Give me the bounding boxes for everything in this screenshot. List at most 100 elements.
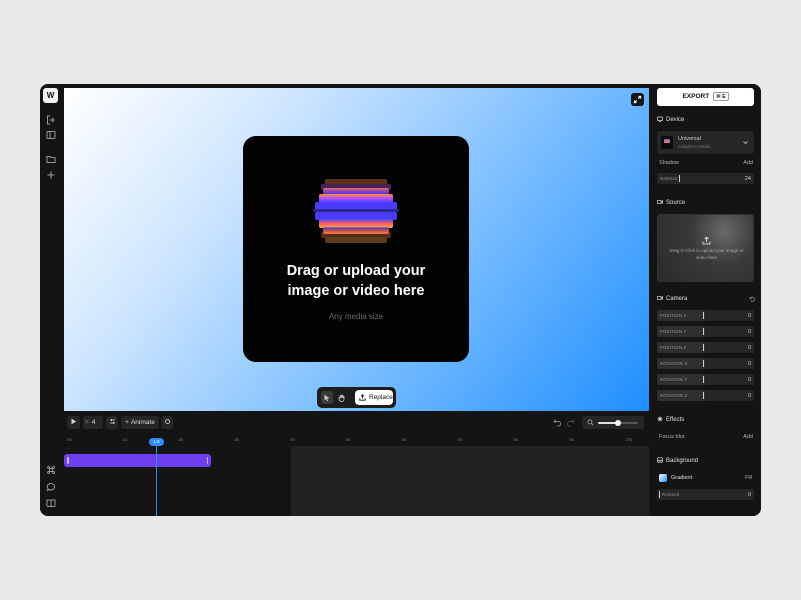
- folder-icon[interactable]: [46, 154, 56, 164]
- camera-field[interactable]: ROTATION Z 0: [657, 390, 754, 401]
- playhead[interactable]: [156, 446, 157, 516]
- book-icon[interactable]: [46, 498, 56, 508]
- sidebar-icon[interactable]: [46, 130, 56, 140]
- hand-tool-button[interactable]: [336, 391, 348, 404]
- device-icon: [657, 116, 663, 122]
- fullscreen-button[interactable]: [631, 93, 644, 106]
- device-name: Universal: [678, 136, 701, 142]
- camera-field-value[interactable]: 0: [748, 393, 751, 399]
- camera-field-handle[interactable]: [703, 392, 705, 399]
- gradient-swatch[interactable]: [659, 474, 667, 482]
- camera-field-value[interactable]: 0: [748, 345, 751, 351]
- background-radius-value[interactable]: 0: [748, 492, 751, 498]
- play-button[interactable]: [67, 416, 80, 429]
- frame-adjust-button[interactable]: [106, 416, 118, 429]
- background-gradient-row[interactable]: Gradient Fill: [657, 472, 754, 484]
- export-shortcut: ⌘ E: [713, 91, 729, 101]
- ruler-tick-label: 2s: [178, 437, 184, 442]
- source-hint: Drag in Click to upload your image or vi…: [669, 248, 744, 260]
- ruler-tick-label: 7s: [457, 437, 463, 442]
- chevron-down-icon: [742, 139, 749, 146]
- device-title: Device: [666, 117, 685, 124]
- camera-field-value[interactable]: 0: [748, 377, 751, 383]
- replace-label: Replace: [369, 394, 393, 401]
- gradient-label: Gradient: [671, 475, 693, 481]
- media-stack-illustration: [311, 176, 401, 246]
- shadow-add-button[interactable]: Add: [743, 160, 753, 166]
- export-button[interactable]: EXPORT ⌘ E: [657, 88, 754, 106]
- focus-blur-add-button[interactable]: Add: [743, 434, 753, 440]
- ruler-tick-label: 3s: [234, 437, 240, 442]
- media-clip[interactable]: [64, 454, 211, 467]
- device-selector[interactable]: Universal Adapts to media: [657, 131, 754, 154]
- hand-icon: [338, 394, 345, 402]
- camera-field-value[interactable]: 0: [748, 313, 751, 319]
- animate-label: Animate: [130, 419, 155, 426]
- background-title: Background: [666, 458, 699, 465]
- logout-icon[interactable]: [46, 115, 56, 125]
- device-thumbnail: [661, 136, 673, 149]
- playhead-time[interactable]: 1.6: [149, 438, 164, 446]
- keyframe-button[interactable]: [161, 416, 173, 429]
- undo-icon[interactable]: [553, 418, 562, 427]
- plus-icon[interactable]: [46, 170, 56, 180]
- camera-field-value[interactable]: 0: [748, 361, 751, 367]
- camera-field-label: ROTATION Y: [660, 377, 688, 382]
- ruler-tick-label: 1s: [122, 437, 128, 442]
- timeline-zoom[interactable]: [582, 416, 644, 429]
- zoom-handle[interactable]: [615, 420, 621, 426]
- effects-section-title: Effects: [657, 416, 684, 423]
- step-icon: ≡: [85, 419, 89, 426]
- gradient-fill-button[interactable]: Fill: [745, 475, 752, 481]
- camera-field[interactable]: ROTATION X 0: [657, 358, 754, 369]
- radius-slider-handle[interactable]: [679, 175, 681, 182]
- source-upload-zone[interactable]: Drag in Click to upload your image or vi…: [657, 214, 754, 282]
- properties-panel: EXPORT ⌘ E Device Universal Adapts to med…: [651, 84, 761, 516]
- focus-blur-label: Focus blur: [659, 434, 685, 440]
- keyframe-icon: [164, 419, 170, 425]
- bg-radius-slider-handle[interactable]: [659, 491, 661, 498]
- ruler-tick-label: 4s: [290, 437, 295, 442]
- dropzone-title: Drag or upload your image or video here: [243, 261, 469, 301]
- replace-button[interactable]: Replace: [355, 390, 393, 405]
- command-icon[interactable]: [46, 465, 56, 475]
- camera-field-value[interactable]: 0: [748, 329, 751, 335]
- camera-field-handle[interactable]: [703, 328, 705, 335]
- ruler-tick-label: 8s: [513, 437, 519, 442]
- play-icon: [71, 419, 76, 425]
- plus-icon: +: [125, 419, 129, 426]
- step-counter[interactable]: ≡ 4: [83, 416, 103, 429]
- reset-icon[interactable]: [749, 296, 755, 302]
- redo-icon[interactable]: [566, 418, 575, 427]
- device-subtitle: Adapts to media: [678, 144, 711, 149]
- device-radius-field[interactable]: RADIUS 24: [657, 173, 754, 184]
- background-radius-label: RADIUS: [662, 492, 680, 497]
- left-rail: W: [40, 84, 62, 516]
- ruler-tick-label: 0s: [67, 437, 72, 442]
- device-radius-value[interactable]: 24: [745, 176, 751, 182]
- app-window: W Drag or upload your image or video her…: [40, 84, 761, 516]
- camera-field-handle[interactable]: [703, 360, 705, 367]
- camera-field-handle[interactable]: [703, 376, 705, 383]
- chat-icon[interactable]: [46, 482, 56, 492]
- upload-dropzone[interactable]: Drag or upload your image or video here …: [243, 136, 469, 362]
- timeline-empty-area: [291, 446, 649, 516]
- camera-field[interactable]: POSITION X 0: [657, 310, 754, 321]
- camera-field[interactable]: POSITION Y 0: [657, 326, 754, 337]
- camera-field-label: POSITION Z: [660, 345, 687, 350]
- shadow-label: Shadow: [659, 160, 679, 166]
- video-icon: [657, 199, 663, 205]
- camera-field-handle[interactable]: [703, 344, 705, 351]
- step-value: 4: [91, 419, 96, 426]
- upload-icon: [359, 394, 366, 401]
- adjust-icon: [109, 419, 115, 425]
- preview-canvas[interactable]: Drag or upload your image or video here …: [64, 88, 649, 411]
- background-radius-field[interactable]: RADIUS 0: [657, 489, 754, 500]
- pointer-tool-button[interactable]: [321, 391, 333, 404]
- camera-field[interactable]: POSITION Z 0: [657, 342, 754, 353]
- camera-field[interactable]: ROTATION Y 0: [657, 374, 754, 385]
- app-logo[interactable]: W: [43, 88, 58, 103]
- animate-button[interactable]: + Animate: [121, 416, 159, 429]
- zoom-slider[interactable]: [598, 420, 638, 426]
- camera-field-handle[interactable]: [703, 312, 705, 319]
